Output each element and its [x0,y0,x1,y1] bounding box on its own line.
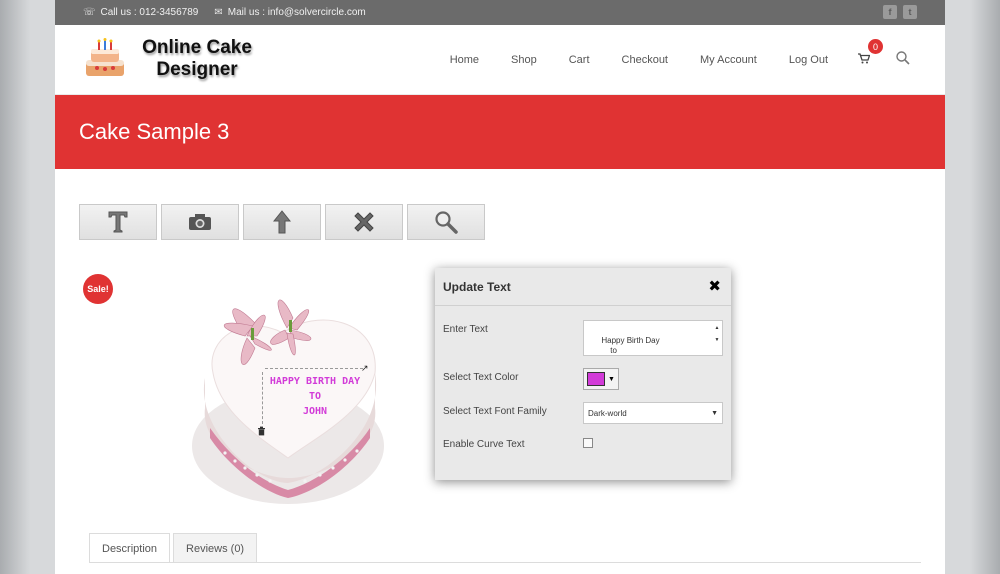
text-tool-icon [108,211,128,233]
cake-text-line: HAPPY BIRTH DAY [269,376,361,387]
resize-handle-icon[interactable]: ↗ [361,363,371,373]
page-title: Cake Sample 3 [79,119,230,144]
font-family-value: Dark-world [588,408,627,418]
site-logo[interactable]: Online Cake Designer [83,37,259,81]
tabs-divider [89,562,921,563]
delete-x-icon [354,212,374,232]
textarea-scrollbar[interactable]: ▲ ▼ [713,322,721,354]
designer-toolbar [79,204,485,240]
cake-text-line: JOHN [302,406,328,417]
facebook-icon[interactable]: f [883,5,897,19]
nav-home[interactable]: Home [450,54,479,66]
cart-count-badge: 0 [868,39,883,54]
mail-text: Mail us : info@solvercircle.com [227,7,366,18]
mail-icon: ✉ [214,7,223,18]
main-nav: Home Shop Cart Checkout My Account Log O… [418,25,910,95]
close-icon[interactable]: ✖ [708,277,721,295]
page: ☏ Call us : 012-3456789 ✉ Mail us : info… [55,0,945,574]
font-family-label: Select Text Font Family [443,406,547,417]
social-links: f t [883,5,917,19]
delete-tool-button[interactable] [325,204,403,240]
tab-reviews[interactable]: Reviews (0) [173,533,258,563]
curve-text-label: Enable Curve Text [443,439,525,450]
tab-description[interactable]: Description [89,533,171,563]
sale-badge: Sale! [83,274,113,304]
cake-text-line: TO [308,391,322,402]
text-color-picker[interactable]: ▼ [583,368,619,390]
selection-border-left [262,372,263,424]
nav-cart[interactable]: Cart [569,54,590,66]
cart-icon[interactable]: 0 [858,39,883,67]
nav-shop[interactable]: Shop [511,54,537,66]
logo-line2: Designer [156,59,238,80]
enter-text-field[interactable]: Happy Birth Day to John ▲▼ [583,320,723,356]
enter-text-value: Happy Birth Day to John [601,335,660,356]
twitter-icon[interactable]: t [903,5,917,19]
product-tabs: Description Reviews (0) [89,533,258,563]
top-info-bar: ☏ Call us : 012-3456789 ✉ Mail us : info… [55,0,945,25]
text-color-label: Select Text Color [443,372,519,383]
mail-info: ✉ Mail us : info@solvercircle.com [214,7,365,18]
text-tool-button[interactable] [79,204,157,240]
cake-logo-icon [86,38,124,76]
color-swatch [587,372,605,386]
nav-checkout[interactable]: Checkout [622,54,668,66]
call-text: Call us : 012-3456789 [100,7,199,18]
dropdown-arrow-icon: ▼ [608,375,615,383]
upload-tool-button[interactable] [243,204,321,240]
cake-text-overlay[interactable]: HAPPY BIRTH DAY TO JOHN [265,374,365,419]
logo-line1: Online Cake [142,37,252,58]
enter-text-label: Enter Text [443,324,488,335]
curve-text-checkbox[interactable] [583,438,593,448]
image-tool-button[interactable] [161,204,239,240]
phone-icon: ☏ [83,7,96,18]
nav-my-account[interactable]: My Account [700,54,757,66]
update-text-panel: Update Text ✖ Enter Text Happy Birth Day… [435,268,731,480]
search-icon[interactable] [896,50,910,70]
zoom-tool-button[interactable] [407,204,485,240]
panel-title: Update Text [443,279,511,294]
title-band: Cake Sample 3 [55,95,945,169]
site-header: Online Cake Designer Home Shop Cart Chec… [55,25,945,95]
call-info: ☏ Call us : 012-3456789 [83,7,198,18]
font-family-select[interactable]: Dark-world ▼ [583,402,723,424]
dropdown-arrow-icon: ▼ [711,409,718,417]
logo-text: Online Cake Designer [135,37,259,81]
trash-icon[interactable] [257,426,266,439]
zoom-icon [435,211,458,234]
nav-log-out[interactable]: Log Out [789,54,828,66]
panel-header: Update Text ✖ [435,268,731,306]
upload-arrow-icon [273,210,291,234]
camera-icon [189,214,211,230]
selection-border-top [265,368,363,369]
